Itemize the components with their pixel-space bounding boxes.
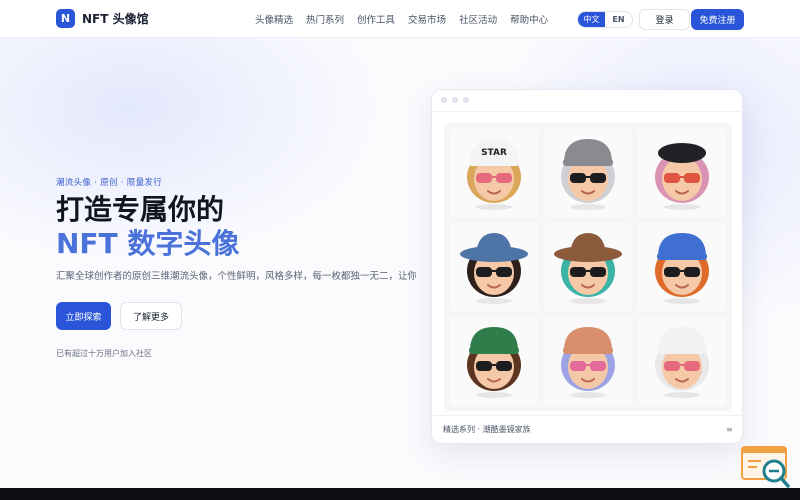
menu-icon[interactable]: ≡ [726, 425, 733, 434]
nav-item-featured[interactable]: 头像精选 [255, 12, 293, 26]
window-titlebar-divider [432, 111, 744, 112]
search-assistant-icon[interactable] [741, 445, 791, 489]
nav-item-market[interactable]: 交易市场 [408, 12, 446, 26]
nav-item-tools[interactable]: 创作工具 [357, 12, 395, 26]
logo-text: NFT 头像馆 [82, 12, 149, 26]
login-button[interactable]: 登录 [639, 9, 690, 30]
collection-caption: 精选系列 · 潮酷墨镜家族 [443, 425, 531, 434]
avatar-tile-green-beanie[interactable] [450, 317, 538, 405]
main-nav: 头像精选 热门系列 创作工具 交易市场 社区活动 帮助中心 [255, 0, 548, 38]
learn-more-button[interactable]: 了解更多 [120, 302, 182, 330]
logo[interactable]: N NFT 头像馆 [56, 9, 149, 28]
avatar-image [655, 233, 709, 304]
footer-bar [0, 488, 800, 500]
avatar-image [561, 139, 615, 210]
avatar-grid: STAR [444, 123, 732, 411]
preview-window: STAR 精选系列 · 潮酷墨镜家族 ≡ [431, 89, 744, 444]
logo-mark: N [56, 9, 75, 28]
avatar-image [467, 327, 521, 398]
avatar-image [655, 143, 709, 210]
card-footer-divider [432, 415, 744, 416]
avatar-image [554, 233, 622, 304]
hero-title-line2: NFT 数字头像 [56, 227, 240, 260]
avatar-image [655, 327, 709, 398]
avatar-tile-star-cap[interactable]: STAR [450, 129, 538, 217]
hero-note: 已有超过十万用户加入社区 [56, 349, 152, 358]
explore-button[interactable]: 立即探索 [56, 302, 111, 330]
hero-eyebrow: 潮流头像 · 原创 · 限量发行 [56, 178, 163, 188]
language-switch: 中文 EN [577, 11, 633, 28]
avatar-tile-white-beanie[interactable] [638, 317, 726, 405]
hero-description: 汇聚全球创作者的原创三维潮流头像，个性鲜明，风格多样，每一枚都独一无二，让你的数… [56, 271, 416, 282]
signup-button[interactable]: 免费注册 [691, 9, 744, 30]
avatar-tile-rainbow-beanie[interactable] [544, 317, 632, 405]
nav-item-events[interactable]: 社区活动 [459, 12, 497, 26]
top-navigation: N NFT 头像馆 头像精选 热门系列 创作工具 交易市场 社区活动 帮助中心 … [0, 0, 800, 38]
lang-option-en[interactable]: EN [605, 12, 632, 27]
avatar-image: STAR [467, 139, 521, 210]
avatar-tile-black-beret[interactable] [638, 129, 726, 217]
svg-text:STAR: STAR [481, 148, 507, 158]
nav-item-help[interactable]: 帮助中心 [510, 12, 548, 26]
avatar-tile-gray-beanie[interactable] [544, 129, 632, 217]
avatar-image [460, 233, 528, 304]
avatar-tile-cowboy-blue[interactable] [450, 223, 538, 311]
nav-item-popular[interactable]: 热门系列 [306, 12, 344, 26]
avatar-tile-blue-cap[interactable] [638, 223, 726, 311]
lang-option-zh[interactable]: 中文 [578, 12, 605, 27]
window-dots [441, 97, 469, 103]
avatar-image [561, 327, 615, 398]
avatar-tile-brown-fedora[interactable] [544, 223, 632, 311]
